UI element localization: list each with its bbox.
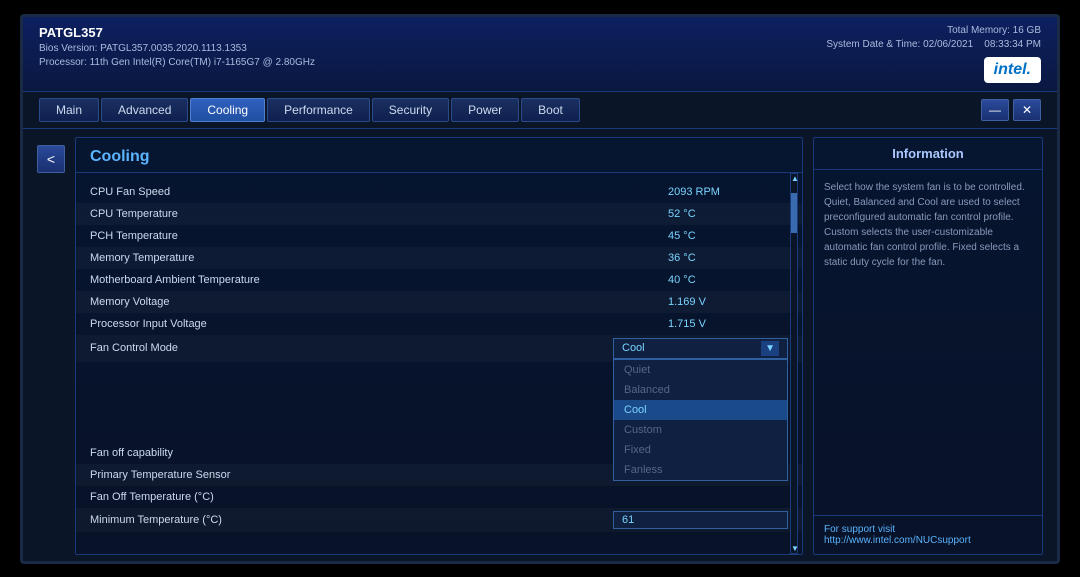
value-pch-temp: 45 °C [668,230,788,242]
value-cpu-fan: 2093 RPM [668,186,788,198]
datetime-info: System Date & Time: 02/06/2021 08:33:34 … [826,39,1041,50]
label-pch-temp: PCH Temperature [90,230,668,242]
scroll-up-icon[interactable]: ▲ [791,174,797,183]
setting-row-mem-temp: Memory Temperature 36 °C [76,247,802,269]
label-proc-volt: Processor Input Voltage [90,318,668,330]
settings-panel: Cooling CPU Fan Speed 2093 RPM CPU Tempe… [75,137,803,555]
dropdown-menu: Quiet Balanced Cool Custom Fixed Fanless [613,359,788,481]
tab-boot[interactable]: Boot [521,98,580,122]
dropdown-item-custom[interactable]: Custom [614,420,787,440]
header-left: PATGL357 Bios Version: PATGL357.0035.202… [39,25,315,68]
dropdown-item-fanless[interactable]: Fanless [614,460,787,480]
label-fan-off-cap: Fan off capability [90,447,668,459]
fan-control-dropdown[interactable]: Cool ▼ Quiet Balanced Cool Custom Fixed … [613,338,788,359]
setting-row-cpu-fan: CPU Fan Speed 2093 RPM [76,181,802,203]
info-title: Information [814,138,1042,170]
setting-row-fan-off-temp: Fan Off Temperature (°C) [76,486,802,508]
tab-power[interactable]: Power [451,98,519,122]
tab-performance[interactable]: Performance [267,98,370,122]
value-mem-volt: 1.169 V [668,296,788,308]
scroll-down-icon[interactable]: ▼ [791,544,797,553]
nav-controls: — ✕ [981,99,1041,121]
dropdown-item-fixed[interactable]: Fixed [614,440,787,460]
sidebar: < [37,137,65,555]
main-content: < Cooling CPU Fan Speed 2093 RPM CPU Tem… [23,129,1057,563]
value-mem-temp: 36 °C [668,252,788,264]
value-proc-volt: 1.715 V [668,318,788,330]
label-mem-volt: Memory Voltage [90,296,668,308]
label-fan-mode: Fan Control Mode [90,342,613,354]
header-right: Total Memory: 16 GB System Date & Time: … [826,25,1041,83]
support-label: For support visit [824,524,1032,535]
dropdown-selected-value: Cool [622,342,645,354]
close-button[interactable]: ✕ [1013,99,1041,121]
setting-row-pch-temp: PCH Temperature 45 °C [76,225,802,247]
scroll-thumb [791,193,797,233]
label-min-temp: Minimum Temperature (°C) [90,514,613,526]
scroll-indicator[interactable]: ▲ ▼ [790,173,798,554]
info-link: For support visit http://www.intel.com/N… [814,515,1042,554]
tab-advanced[interactable]: Advanced [101,98,188,122]
memory-info: Total Memory: 16 GB [947,25,1041,36]
label-primary-sensor: Primary Temperature Sensor [90,469,668,481]
setting-row-proc-volt: Processor Input Voltage 1.715 V [76,313,802,335]
tab-security[interactable]: Security [372,98,449,122]
support-url[interactable]: http://www.intel.com/NUCsupport [824,535,1032,546]
label-cpu-temp: CPU Temperature [90,208,668,220]
value-cpu-temp: 52 °C [668,208,788,220]
dropdown-item-cool[interactable]: Cool [614,400,787,420]
setting-row-mem-volt: Memory Voltage 1.169 V [76,291,802,313]
setting-row-min-temp: Minimum Temperature (°C) [76,508,802,532]
bios-model: PATGL357 [39,25,315,40]
info-panel: Information Select how the system fan is… [813,137,1043,555]
monitor: PATGL357 Bios Version: PATGL357.0035.202… [20,14,1060,564]
label-mb-temp: Motherboard Ambient Temperature [90,274,668,286]
min-temp-input[interactable] [613,511,788,529]
setting-row-fan-mode: Fan Control Mode Cool ▼ Quiet Balanced C… [76,335,802,362]
tab-cooling[interactable]: Cooling [190,98,265,122]
dropdown-arrow-icon: ▼ [761,341,779,356]
minimize-button[interactable]: — [981,99,1009,121]
label-mem-temp: Memory Temperature [90,252,668,264]
setting-row-cpu-temp: CPU Temperature 52 °C [76,203,802,225]
dropdown-item-balanced[interactable]: Balanced [614,380,787,400]
label-cpu-fan: CPU Fan Speed [90,186,668,198]
info-text: Select how the system fan is to be contr… [814,170,1042,515]
setting-row-mb-temp: Motherboard Ambient Temperature 40 °C [76,269,802,291]
value-mb-temp: 40 °C [668,274,788,286]
bios-version-info: Bios Version: PATGL357.0035.2020.1113.13… [39,43,315,54]
intel-logo: intel. [984,57,1041,83]
tab-main[interactable]: Main [39,98,99,122]
nav-bar: Main Advanced Cooling Performance Securi… [23,92,1057,129]
processor-info: Processor: 11th Gen Intel(R) Core(TM) i7… [39,57,315,68]
panel-content: CPU Fan Speed 2093 RPM CPU Temperature 5… [76,173,802,554]
dropdown-item-quiet[interactable]: Quiet [614,360,787,380]
panel-title: Cooling [76,138,802,173]
bios-header: PATGL357 Bios Version: PATGL357.0035.202… [23,17,1057,92]
back-button[interactable]: < [37,145,65,173]
label-fan-off-temp: Fan Off Temperature (°C) [90,491,668,503]
dropdown-selected[interactable]: Cool ▼ [613,338,788,359]
bios-footer: F1 - Help ESC - Discard and Exit ↑↓ - Se… [23,563,1057,564]
